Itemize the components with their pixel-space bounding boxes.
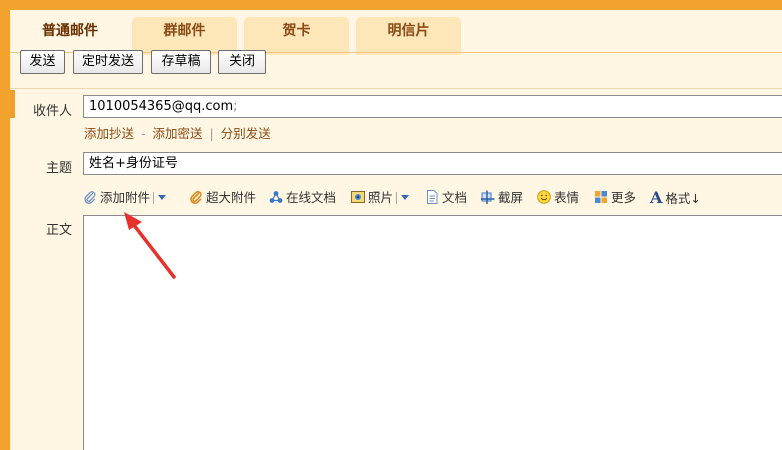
photo-label: 照片: [368, 190, 394, 205]
font-format-icon: A: [650, 188, 663, 207]
separate-send-link[interactable]: 分别发送: [221, 126, 271, 141]
online-doc-icon: [269, 191, 283, 203]
recipient-links: 添加抄送 - 添加密送 | 分别发送: [84, 123, 271, 142]
screenshot-label: 截屏: [498, 190, 524, 205]
emoji-button[interactable]: 表情: [537, 188, 579, 208]
send-button[interactable]: 发送: [20, 50, 65, 74]
recipient-field[interactable]: 1010054365@qq.com;: [83, 95, 782, 118]
add-bcc-link[interactable]: 添加密送: [153, 126, 203, 141]
more-label: 更多: [611, 190, 637, 205]
scheduled-send-button[interactable]: 定时发送: [73, 50, 143, 74]
tab-postcard[interactable]: 明信片: [356, 17, 461, 55]
link-separator-bar: |: [209, 126, 214, 141]
online-doc-label: 在线文档: [286, 190, 337, 205]
subject-field[interactable]: 姓名+身份证号: [83, 152, 782, 175]
add-attachment-button[interactable]: 添加附件: [83, 188, 167, 208]
photo-icon: [351, 191, 365, 203]
photo-button[interactable]: 照片: [351, 188, 410, 208]
subject-label: 主题: [45, 161, 72, 176]
link-separator-dot: -: [141, 126, 146, 141]
toolbar-divider: [10, 88, 782, 89]
chevron-down-icon[interactable]: [401, 195, 410, 200]
recipient-separator: ;: [233, 99, 238, 114]
body-label: 正文: [45, 223, 72, 238]
chevron-down-icon[interactable]: [158, 195, 167, 200]
large-paperclip-icon: [190, 190, 202, 204]
document-icon: [427, 190, 438, 204]
paperclip-icon: [84, 191, 96, 204]
large-attachment-button[interactable]: 超大附件: [189, 188, 256, 208]
online-doc-button[interactable]: 在线文档: [269, 188, 336, 208]
save-draft-button[interactable]: 存草稿: [151, 50, 211, 74]
add-cc-link[interactable]: 添加抄送: [84, 126, 134, 141]
dropdown-separator: [396, 192, 398, 204]
close-button[interactable]: 关闭: [218, 50, 266, 74]
grid-icon: [595, 191, 607, 203]
dropdown-separator: [153, 192, 155, 204]
recipient-label: 收件人: [32, 104, 72, 119]
document-button[interactable]: 文档: [425, 188, 467, 208]
recipient-address[interactable]: 1010054365@qq.com: [89, 99, 233, 114]
smiley-icon: [537, 190, 551, 204]
large-attachment-label: 超大附件: [206, 190, 257, 205]
more-button[interactable]: 更多: [594, 188, 636, 208]
format-button[interactable]: A 格式↓: [650, 188, 701, 208]
body-editor[interactable]: [83, 215, 782, 450]
document-label: 文档: [442, 190, 468, 205]
screenshot-icon: [481, 190, 495, 204]
format-label: 格式↓: [665, 191, 701, 206]
screenshot-button[interactable]: 截屏: [481, 188, 523, 208]
add-attachment-label: 添加附件: [100, 190, 151, 205]
emoji-label: 表情: [554, 190, 580, 205]
compose-panel: 普通邮件 群邮件 贺卡 明信片 发送 定时发送 存草稿 关闭 收件人 10100…: [10, 10, 782, 450]
